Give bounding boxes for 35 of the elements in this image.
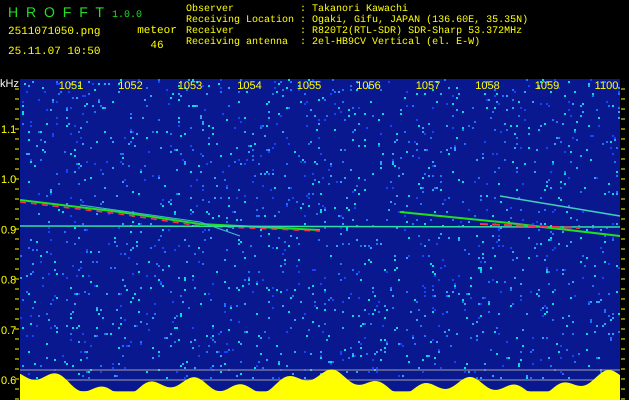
app-name: H R O F F T [8,4,104,20]
time-label: 1052 [118,80,143,92]
time-label: 1059 [534,80,560,92]
frequency-label: 0.8 [1,274,16,287]
time-label: 1058 [475,80,500,92]
info-value: R820T2(RTL-SDR) SDR-Sharp 53.372MHz [312,26,524,37]
frequency-label: 0.7 [1,324,16,337]
timestamp: 25.11.07 10:50 [8,46,102,59]
info-colon: : [300,37,306,48]
time-label: 1055 [296,80,322,92]
info-label: Receiving Location [186,15,294,26]
frequency-label: 0.6 [1,375,16,387]
app-version: 1.0.0 [112,10,142,21]
file-name: 2511071050.png [8,26,102,39]
frequency-label: 1.1 [1,124,16,136]
frequency-label: 1.0 [1,174,16,186]
meteor-label: meteor [137,25,177,38]
meteor-count: 46 [150,40,164,53]
time-label: 1100 [594,80,618,92]
info-label: Receiver [186,26,234,37]
info-colon: : [300,4,306,15]
time-label: 1054 [237,80,262,92]
info-label: Receiving antenna [186,37,290,48]
time-label: 1056 [356,80,381,92]
time-label: 1053 [178,80,202,92]
info-value: Takanori Kawachi [312,4,410,15]
info-colon: : [300,26,306,37]
info-label: Observer [186,4,234,15]
info-value: Ogaki, Gifu, JAPAN (136.60E, 35.35N) [312,15,528,26]
frequency-label: 0.9 [1,224,16,236]
time-label: 1057 [416,80,440,92]
unit-label: kHz [0,78,19,90]
info-value: 2el-HB9CV Vertical (el. E-W) [312,37,482,48]
time-label: 1051 [58,80,84,92]
info-colon: : [300,15,306,26]
